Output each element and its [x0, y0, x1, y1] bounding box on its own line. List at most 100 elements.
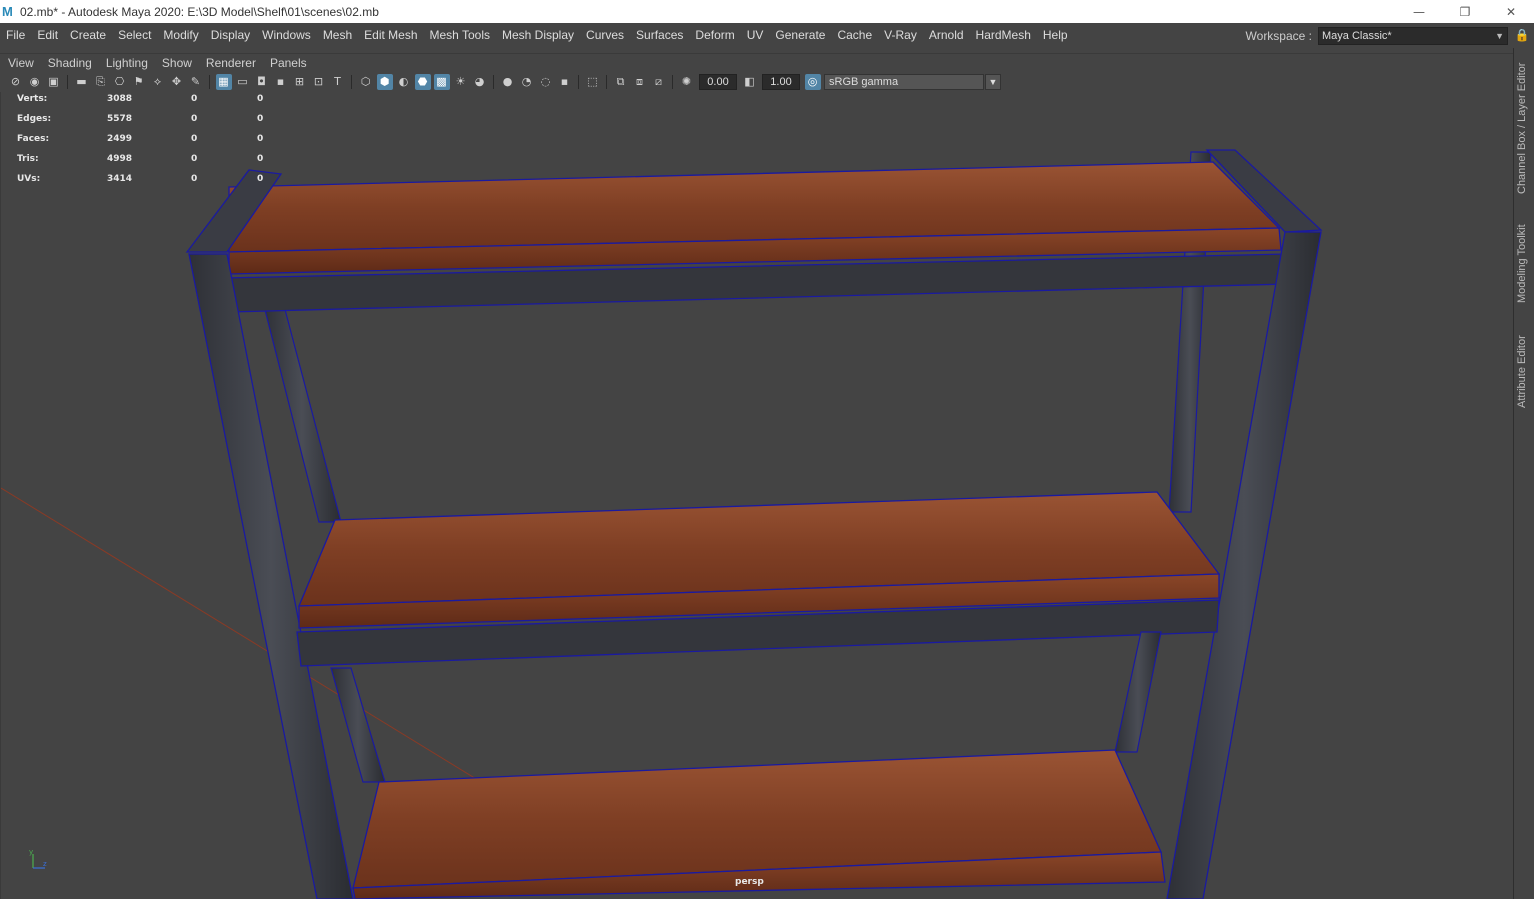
gamma-icon[interactable]: ◧: [742, 74, 758, 90]
menu-generate[interactable]: Generate: [769, 28, 831, 42]
menu-surfaces[interactable]: Surfaces: [630, 28, 689, 42]
menu-create[interactable]: Create: [64, 28, 112, 42]
workspace-value: Maya Classic*: [1322, 29, 1392, 42]
exposure-icon[interactable]: ✺: [679, 74, 695, 90]
select-camera-icon[interactable]: ⊘: [8, 74, 24, 90]
move-tool-icon[interactable]: ✥: [169, 74, 185, 90]
minimize-button[interactable]: —: [1396, 0, 1442, 23]
menu-mesh-tools[interactable]: Mesh Tools: [424, 28, 496, 42]
toolbar-separator: [493, 75, 494, 89]
menu-edit-mesh[interactable]: Edit Mesh: [358, 28, 423, 42]
grease-pencil-icon[interactable]: ⎘: [93, 74, 109, 90]
menu-curves[interactable]: Curves: [580, 28, 630, 42]
panel-menu-view[interactable]: View: [0, 56, 40, 70]
menu-vray[interactable]: V-Ray: [878, 28, 923, 42]
window-controls: — ❐ ✕: [1396, 0, 1534, 23]
xray-icon[interactable]: ⧉: [613, 74, 629, 90]
gate-mask-icon[interactable]: ▪: [273, 74, 289, 90]
colorspace-value: sRGB gamma: [829, 76, 899, 88]
flat-shade-icon[interactable]: ◐: [396, 74, 412, 90]
toolbar-separator: [67, 75, 68, 89]
menu-mesh[interactable]: Mesh: [317, 28, 358, 42]
paint-icon[interactable]: ✎: [188, 74, 204, 90]
isolate-select-icon[interactable]: ⬚: [585, 74, 601, 90]
xray-joints-icon[interactable]: ⧈: [632, 74, 648, 90]
menu-hardmesh[interactable]: HardMesh: [970, 28, 1037, 42]
smooth-shade-icon[interactable]: ⬢: [376, 74, 393, 90]
viewport-persp[interactable]: Verts: 3088 0 0 Edges: 5578 0 0 Faces: 2…: [0, 92, 1513, 899]
exposure-field[interactable]: 0.00: [699, 74, 737, 90]
chevron-down-icon: ▼: [1495, 30, 1504, 41]
safe-action-icon[interactable]: ⊡: [311, 74, 327, 90]
resolution-gate-icon[interactable]: ◘: [254, 74, 270, 90]
menu-modify[interactable]: Modify: [157, 28, 204, 42]
viewport-toolbar: ⊘ ◉ ▣ ▬ ⎘ ⎔ ⚑ ⟡ ✥ ✎ ▦ ▭ ◘ ▪ ⊞ ⊡ T ⬡ ⬢ ◐ …: [0, 72, 1513, 92]
tab-attribute-editor[interactable]: Attribute Editor: [1516, 330, 1533, 414]
menu-cache[interactable]: Cache: [831, 28, 878, 42]
image-plane-icon[interactable]: ▬: [74, 74, 90, 90]
xray-components-icon[interactable]: ⧄: [651, 74, 667, 90]
bookmark-icon[interactable]: ▣: [46, 74, 62, 90]
toolbar-separator: [672, 75, 673, 89]
lower-left-back-post: [330, 667, 386, 783]
menu-windows[interactable]: Windows: [256, 28, 317, 42]
shelf-model-render[interactable]: [1, 92, 1513, 899]
close-button[interactable]: ✕: [1488, 0, 1534, 23]
hud-value: 0: [191, 134, 198, 144]
hud-value: 5578: [107, 114, 133, 124]
screen-space-ao-icon[interactable]: ●: [500, 74, 516, 90]
lights-icon[interactable]: ☀: [453, 74, 469, 90]
color-management-icon[interactable]: ◎: [804, 74, 821, 90]
hud-value: 0: [257, 134, 264, 144]
hud-value: 2499: [107, 134, 133, 144]
film-gate-icon[interactable]: ⚑: [131, 74, 147, 90]
anti-aliasing-icon[interactable]: ◌: [538, 74, 554, 90]
chevron-down-icon[interactable]: ▼: [985, 74, 1001, 90]
lock-icon[interactable]: 🔒: [1514, 28, 1530, 44]
toolbar-separator: [606, 75, 607, 89]
restore-button[interactable]: ❐: [1442, 0, 1488, 23]
menu-display[interactable]: Display: [205, 28, 256, 42]
panel-menu-show[interactable]: Show: [154, 56, 198, 70]
tab-modeling-toolkit[interactable]: Modeling Toolkit: [1516, 218, 1533, 310]
wireframe-icon[interactable]: ⬡: [358, 74, 374, 90]
camera-attributes-icon[interactable]: ◉: [27, 74, 43, 90]
hud-value: 0: [257, 114, 264, 124]
workspace-dropdown[interactable]: Maya Classic* ▼: [1318, 26, 1508, 45]
grid-icon[interactable]: ▦: [215, 74, 232, 90]
panel-menu-lighting[interactable]: Lighting: [98, 56, 154, 70]
toolbar-separator: [209, 75, 210, 89]
hud-value: 0: [257, 154, 264, 164]
menu-file[interactable]: File: [0, 28, 31, 42]
panel-menu-renderer[interactable]: Renderer: [198, 56, 262, 70]
workspace-selector: Workspace : Maya Classic* ▼ 🔒: [1246, 23, 1534, 48]
two-d-pan-zoom-icon[interactable]: ⎔: [112, 74, 128, 90]
depth-of-field-icon[interactable]: ▪: [557, 74, 573, 90]
tab-channel-box[interactable]: Channel Box / Layer Editor: [1516, 58, 1533, 198]
colorspace-dropdown[interactable]: sRGB gamma ▼: [824, 74, 1001, 90]
menu-arnold[interactable]: Arnold: [923, 28, 970, 42]
menu-select[interactable]: Select: [112, 28, 157, 42]
hud-value: 4998: [107, 154, 133, 164]
toolbar-separator: [578, 75, 579, 89]
menu-edit[interactable]: Edit: [31, 28, 64, 42]
film-gate-toggle-icon[interactable]: ▭: [235, 74, 251, 90]
field-chart-icon[interactable]: ⊞: [292, 74, 308, 90]
menu-help[interactable]: Help: [1037, 28, 1074, 42]
panel-menu-panels[interactable]: Panels: [262, 56, 313, 70]
panel-menu-shading[interactable]: Shading: [40, 56, 98, 70]
safe-title-icon[interactable]: T: [330, 74, 346, 90]
axis-z-label: z: [43, 860, 47, 868]
motion-blur-icon[interactable]: ◔: [519, 74, 535, 90]
gamma-field[interactable]: 1.00: [762, 74, 800, 90]
wireframe-on-shaded-icon[interactable]: ⬣: [414, 74, 431, 90]
hud-value: 0: [257, 174, 264, 184]
uv-texture-icon[interactable]: ⟡: [150, 74, 166, 90]
textured-icon[interactable]: ▩: [433, 74, 450, 90]
hud-value: 3414: [107, 174, 133, 184]
menu-deform[interactable]: Deform: [689, 28, 740, 42]
axis-y-label: y: [29, 848, 33, 856]
menu-mesh-display[interactable]: Mesh Display: [496, 28, 580, 42]
shadows-icon[interactable]: ◕: [472, 74, 488, 90]
menu-uv[interactable]: UV: [741, 28, 770, 42]
